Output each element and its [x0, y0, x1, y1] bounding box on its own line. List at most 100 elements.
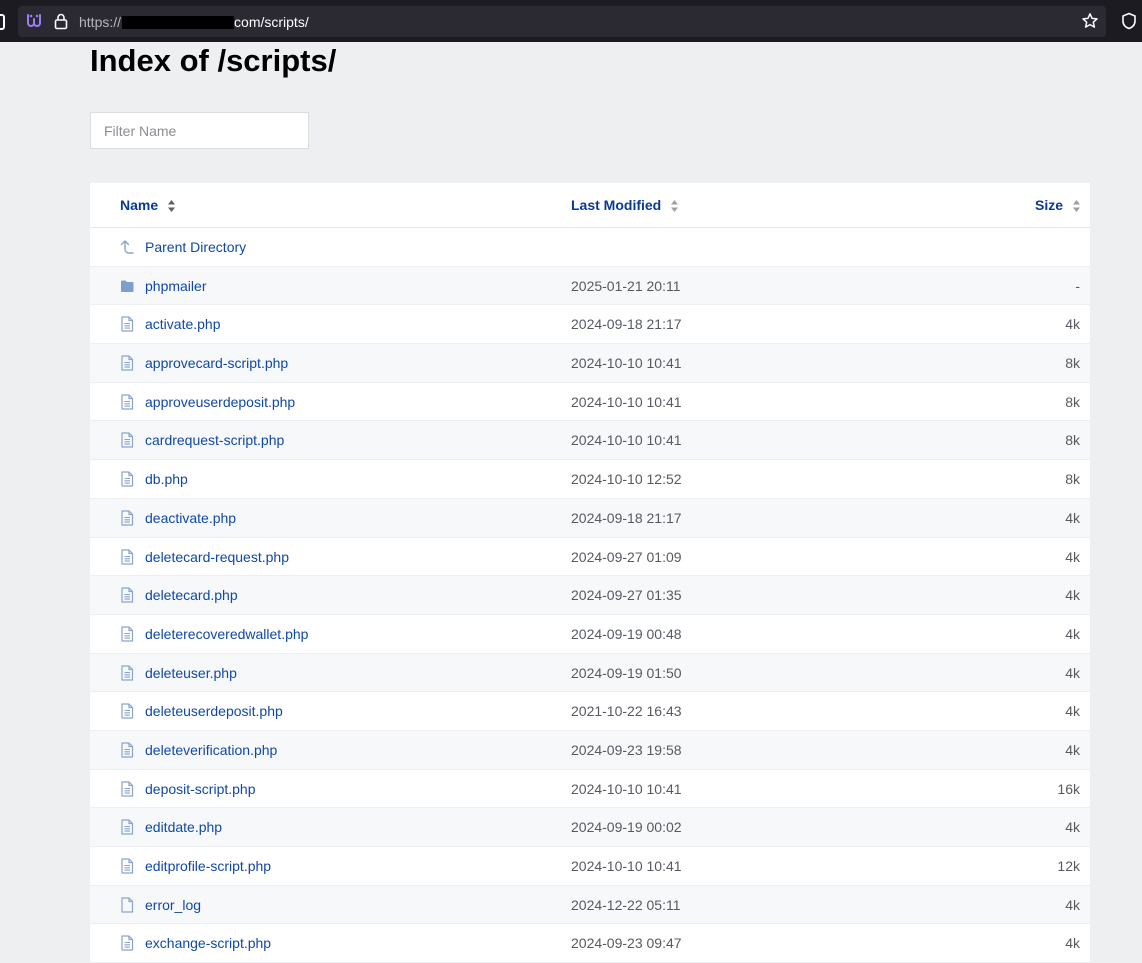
- file-text-icon: [121, 664, 134, 681]
- size-cell: 4k: [1065, 819, 1080, 836]
- last-modified-cell: 2024-09-18 21:17: [571, 509, 682, 526]
- file-name-link[interactable]: deletecard-request.php: [145, 548, 289, 566]
- file-text-icon: [121, 742, 134, 758]
- size-cell: 4k: [1065, 896, 1080, 913]
- table-row[interactable]: error_log 2024-12-22 05:11 4k: [90, 885, 1090, 925]
- last-modified-cell: 2025-01-21 20:11: [571, 277, 681, 294]
- file-name-link[interactable]: deleterecoveredwallet.php: [145, 625, 308, 643]
- table-row[interactable]: exchange-script.php 2024-09-23 09:47 4k: [90, 924, 1090, 963]
- file-text-icon: [121, 355, 134, 371]
- url-path: com/scripts/: [234, 14, 309, 30]
- table-row[interactable]: deposit-script.php 2024-10-10 10:41 16k: [90, 770, 1090, 809]
- column-header-name-label: Name: [120, 197, 159, 213]
- size-cell: 4k: [1065, 935, 1080, 952]
- last-modified-cell: 2024-09-27 01:35: [571, 587, 682, 604]
- bookmark-star-icon[interactable]: [1081, 12, 1099, 30]
- file-text-icon: [121, 316, 134, 332]
- lock-icon[interactable]: [53, 12, 69, 30]
- last-modified-cell: 2024-10-10 10:41: [571, 355, 682, 372]
- file-listing-table: Name Last Modified Size Parent Directory…: [90, 183, 1090, 963]
- file-text-icon: [121, 548, 134, 565]
- table-row[interactable]: deleteverification.php 2024-09-23 19:58 4k: [90, 730, 1090, 770]
- last-modified-cell: 2024-09-19 00:48: [571, 625, 682, 642]
- file-name-link[interactable]: deactivate.php: [145, 509, 236, 527]
- table-row[interactable]: deleteuser.php 2024-09-19 01:50 4k: [90, 653, 1090, 693]
- last-modified-cell: 2024-10-10 10:41: [571, 393, 682, 410]
- last-modified-cell: 2024-09-18 21:17: [571, 316, 682, 333]
- sort-icon: [671, 200, 679, 213]
- address-bar[interactable]: https:// com/scripts/: [18, 6, 1106, 37]
- table-row[interactable]: activate.php 2024-09-18 21:17 4k: [90, 305, 1090, 345]
- size-cell: 8k: [1065, 393, 1080, 410]
- column-header-size[interactable]: Size: [1035, 196, 1080, 214]
- last-modified-cell: 2024-09-27 01:09: [571, 548, 682, 565]
- table-row[interactable]: deleteuserdeposit.php 2021-10-22 16:43 4k: [90, 692, 1090, 731]
- table-row[interactable]: deletecard.php 2024-09-27 01:35 4k: [90, 576, 1090, 615]
- url-text[interactable]: https:// com/scripts/: [79, 13, 309, 31]
- size-cell: -: [1075, 277, 1080, 294]
- parent-directory-row[interactable]: Parent Directory: [90, 228, 1090, 267]
- folder-icon: [121, 280, 134, 292]
- file-name-link[interactable]: deposit-script.php: [145, 780, 256, 798]
- last-modified-cell: 2024-09-23 09:47: [571, 935, 682, 952]
- column-header-last-modified[interactable]: Last Modified: [571, 196, 679, 214]
- table-row[interactable]: cardrequest-script.php 2024-10-10 10:41 8k: [90, 421, 1090, 461]
- size-cell: 4k: [1065, 548, 1080, 565]
- file-text-icon: [121, 626, 134, 642]
- redacted-domain: [122, 16, 235, 29]
- last-modified-cell: 2024-09-19 01:50: [571, 664, 682, 681]
- page-title: Index of /scripts/: [90, 43, 337, 78]
- shield-icon[interactable]: [1121, 12, 1137, 30]
- file-text-icon: [121, 781, 134, 797]
- file-icon: [121, 897, 134, 913]
- table-row[interactable]: deletecard-request.php 2024-09-27 01:09 4k: [90, 538, 1090, 577]
- table-row[interactable]: deleterecoveredwallet.php 2024-09-19 00:4…: [90, 615, 1090, 654]
- file-text-icon: [121, 703, 134, 719]
- column-header-name[interactable]: Name: [120, 196, 176, 214]
- last-modified-cell: 2024-10-10 12:52: [571, 471, 682, 488]
- table-row[interactable]: approvecard-script.php 2024-10-10 10:41 8k: [90, 344, 1090, 383]
- file-name-link[interactable]: deleteuserdeposit.php: [145, 702, 283, 720]
- size-cell: 4k: [1065, 703, 1080, 720]
- sidebar-edge-icon[interactable]: [0, 14, 5, 30]
- file-name-link[interactable]: error_log: [145, 896, 201, 914]
- file-text-icon: [121, 858, 134, 874]
- table-row[interactable]: editprofile-script.php 2024-10-10 10:41 12…: [90, 847, 1090, 886]
- table-row[interactable]: phpmailer 2025-01-21 20:11 -: [90, 266, 1090, 306]
- extension-icon[interactable]: [25, 12, 43, 30]
- file-text-icon: [121, 394, 134, 410]
- file-name-link[interactable]: approveuserdeposit.php: [145, 393, 295, 411]
- last-modified-cell: 2024-12-22 05:11: [571, 896, 681, 913]
- column-header-size-label: Size: [1034, 197, 1063, 213]
- last-modified-cell: 2021-10-22 16:43: [571, 703, 682, 720]
- last-modified-cell: 2024-09-19 00:02: [571, 819, 682, 836]
- url-protocol: https://: [79, 14, 122, 30]
- size-cell: 8k: [1065, 432, 1080, 449]
- file-text-icon: [121, 819, 134, 835]
- sort-icon: [1073, 200, 1080, 213]
- file-name-link[interactable]: deletecard.php: [145, 586, 238, 604]
- size-cell: 4k: [1065, 587, 1080, 604]
- file-name-link[interactable]: deleteuser.php: [145, 664, 237, 682]
- file-name-link[interactable]: deleteverification.php: [145, 741, 277, 759]
- table-row[interactable]: deactivate.php 2024-09-18 21:17 4k: [90, 498, 1090, 538]
- up-arrow-icon: [120, 240, 134, 254]
- file-name-link[interactable]: db.php: [145, 470, 188, 488]
- table-row[interactable]: approveuserdeposit.php 2024-10-10 10:41 8k: [90, 383, 1090, 422]
- filter-name-input[interactable]: [90, 112, 309, 149]
- file-name-link[interactable]: activate.php: [145, 315, 221, 333]
- file-name-link[interactable]: editprofile-script.php: [145, 857, 271, 875]
- file-name-link[interactable]: phpmailer: [145, 277, 206, 295]
- size-cell: 4k: [1065, 741, 1080, 758]
- size-cell: 16k: [1057, 780, 1080, 797]
- table-row[interactable]: editdate.php 2024-09-19 00:02 4k: [90, 808, 1090, 847]
- file-name-link[interactable]: cardrequest-script.php: [145, 431, 284, 449]
- file-name-link[interactable]: editdate.php: [145, 818, 222, 836]
- last-modified-cell: 2024-10-10 10:41: [571, 780, 682, 797]
- file-name-link[interactable]: exchange-script.php: [145, 934, 271, 952]
- parent-directory-link[interactable]: Parent Directory: [145, 238, 246, 256]
- table-row[interactable]: db.php 2024-10-10 12:52 8k: [90, 460, 1090, 499]
- size-cell: 12k: [1057, 858, 1080, 874]
- file-text-icon: [121, 432, 134, 449]
- file-name-link[interactable]: approvecard-script.php: [145, 354, 288, 372]
